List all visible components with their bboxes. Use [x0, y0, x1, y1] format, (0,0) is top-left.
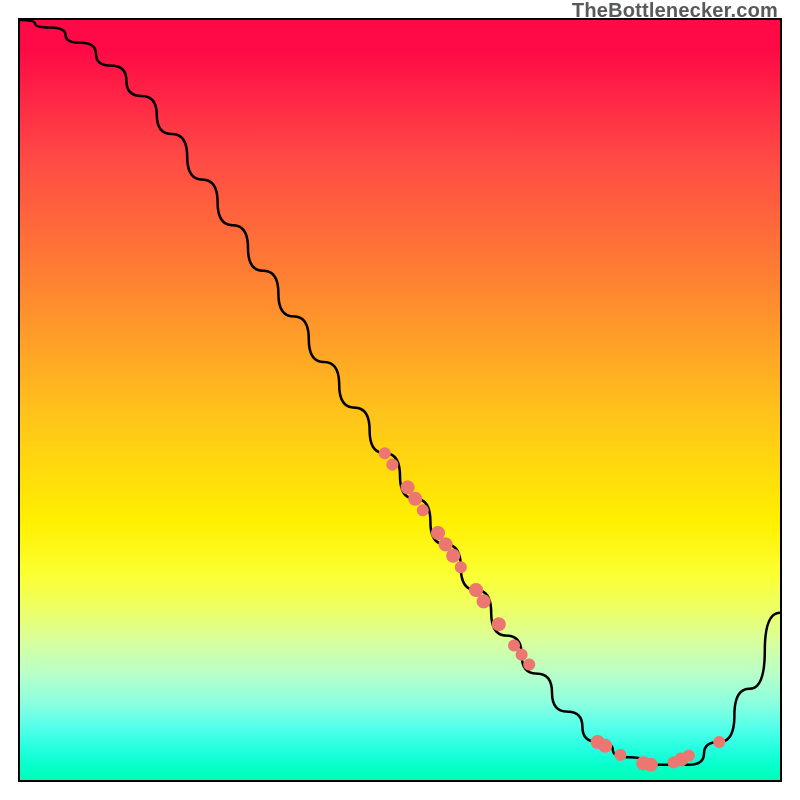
data-marker — [469, 583, 483, 597]
data-marker — [401, 480, 415, 494]
data-marker — [598, 739, 612, 753]
data-marker — [516, 649, 528, 661]
chart-markers — [379, 447, 725, 772]
data-marker — [431, 526, 445, 540]
plot-area — [18, 18, 782, 782]
data-marker — [455, 561, 467, 573]
data-marker — [523, 658, 535, 670]
bottleneck-curve — [20, 20, 780, 765]
data-marker — [408, 492, 422, 506]
data-marker — [683, 750, 695, 762]
chart-canvas: TheBottlenecker.com — [0, 0, 800, 800]
data-marker — [477, 594, 491, 608]
data-marker — [446, 549, 460, 563]
data-marker — [379, 447, 391, 459]
data-marker — [386, 459, 398, 471]
data-marker — [644, 758, 658, 772]
data-marker — [614, 749, 626, 761]
chart-svg — [20, 20, 780, 780]
data-marker — [713, 736, 725, 748]
data-marker — [417, 504, 429, 516]
data-marker — [492, 617, 506, 631]
data-marker — [439, 537, 453, 551]
